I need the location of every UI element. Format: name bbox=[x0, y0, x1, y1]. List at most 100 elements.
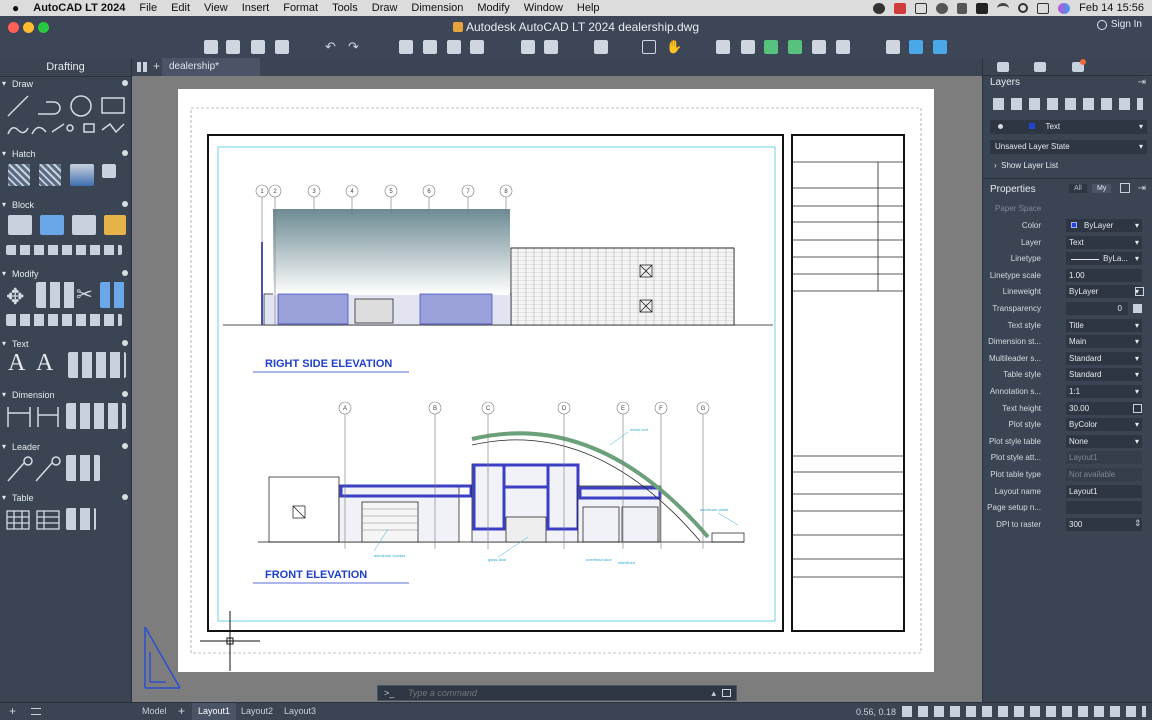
menu-insert[interactable]: Insert bbox=[235, 2, 277, 14]
insert-block-icon[interactable] bbox=[8, 215, 32, 235]
redo-icon[interactable]: ↷ bbox=[348, 40, 362, 54]
section-pin-icon[interactable] bbox=[122, 340, 128, 346]
create-block-icon[interactable] bbox=[40, 215, 64, 235]
wifi-icon[interactable] bbox=[997, 2, 1010, 14]
open-file-icon[interactable] bbox=[226, 40, 240, 54]
export-pdf-icon[interactable] bbox=[470, 40, 484, 54]
block-editor-icon[interactable] bbox=[716, 40, 730, 54]
undo-icon[interactable]: ↶ bbox=[325, 40, 339, 54]
match-properties-icon[interactable] bbox=[521, 40, 535, 54]
layer-tool-icon[interactable] bbox=[594, 40, 608, 54]
gradient-icon[interactable] bbox=[70, 164, 94, 186]
pan-icon[interactable]: ✋ bbox=[666, 40, 682, 54]
section-pin-icon[interactable] bbox=[122, 443, 128, 449]
multiline-text-icon[interactable]: A bbox=[8, 350, 25, 377]
layout-menu-icon[interactable] bbox=[31, 708, 41, 715]
array-icon[interactable] bbox=[100, 282, 126, 308]
new-layout-icon[interactable]: + bbox=[178, 704, 185, 718]
property-value[interactable]: 300 bbox=[1066, 517, 1142, 531]
lineweight-icon[interactable] bbox=[1135, 287, 1144, 297]
dimension-tools-icons[interactable] bbox=[66, 403, 126, 429]
menubar-clock[interactable]: Feb 14 15:56 bbox=[1079, 2, 1144, 14]
status-toggle-icons[interactable] bbox=[902, 706, 1146, 717]
table-tools-icons[interactable] bbox=[66, 508, 96, 530]
property-value[interactable]: 1.00 bbox=[1066, 268, 1142, 282]
control-center-icon[interactable] bbox=[1037, 2, 1050, 14]
hatch-icon[interactable] bbox=[8, 164, 30, 186]
tab-model[interactable]: Model bbox=[136, 703, 173, 720]
gradient-hatch-icon[interactable] bbox=[39, 164, 61, 186]
menu-format[interactable]: Format bbox=[276, 2, 325, 14]
panel-undock-icon[interactable]: ⇥ bbox=[1138, 183, 1146, 194]
section-header-table[interactable]: Table bbox=[0, 492, 132, 504]
layer-on-icon[interactable] bbox=[998, 124, 1003, 129]
menu-tools[interactable]: Tools bbox=[325, 2, 365, 14]
menu-app-name[interactable]: AutoCAD LT 2024 bbox=[26, 2, 132, 14]
creative-cloud-icon[interactable] bbox=[873, 2, 886, 14]
section-header-modify[interactable]: Modify bbox=[0, 268, 132, 280]
section-pin-icon[interactable] bbox=[122, 270, 128, 276]
property-value[interactable]: ByLayer bbox=[1066, 219, 1142, 232]
property-value[interactable]: None bbox=[1066, 434, 1142, 448]
property-value[interactable]: Layout1 bbox=[1066, 484, 1142, 498]
font-menu-icon[interactable] bbox=[976, 2, 989, 14]
quick-properties-icon[interactable] bbox=[1120, 183, 1130, 193]
section-header-draw[interactable]: Draw bbox=[0, 78, 132, 90]
section-header-leader[interactable]: Leader bbox=[0, 441, 132, 453]
boundary-icon[interactable] bbox=[102, 164, 116, 178]
apple-icon[interactable]: ● bbox=[0, 1, 26, 15]
layer-state-dropdown[interactable]: Unsaved Layer State ▾ bbox=[990, 140, 1147, 154]
property-value[interactable]: Standard bbox=[1066, 368, 1142, 382]
property-value[interactable]: Text bbox=[1066, 235, 1142, 249]
menu-dimension[interactable]: Dimension bbox=[404, 2, 470, 14]
sheet-set-icon[interactable] bbox=[886, 40, 900, 54]
xref-icon[interactable] bbox=[764, 40, 778, 54]
tool-palette-icon[interactable] bbox=[836, 40, 850, 54]
property-value[interactable]: Title bbox=[1066, 318, 1142, 332]
publish-icon[interactable] bbox=[447, 40, 461, 54]
section-pin-icon[interactable] bbox=[122, 150, 128, 156]
new-tab-icon[interactable]: + bbox=[153, 59, 160, 73]
markup-icon[interactable] bbox=[933, 40, 947, 54]
menu-view[interactable]: View bbox=[197, 2, 235, 14]
property-value[interactable] bbox=[1066, 501, 1142, 515]
section-pin-icon[interactable] bbox=[122, 201, 128, 207]
leader-tools-icons[interactable] bbox=[66, 455, 100, 481]
coordinates-readout[interactable]: 0.56, 0.18 bbox=[856, 707, 896, 717]
menu-modify[interactable]: Modify bbox=[470, 2, 516, 14]
section-pin-icon[interactable] bbox=[122, 391, 128, 397]
table-icon[interactable] bbox=[6, 510, 60, 532]
section-header-block[interactable]: Block bbox=[0, 199, 132, 211]
document-tab[interactable]: dealership* bbox=[162, 58, 260, 76]
property-value[interactable]: 1:1 bbox=[1066, 385, 1142, 398]
current-layer-dropdown[interactable]: Text ▾ bbox=[990, 120, 1147, 134]
text-height-pick-icon[interactable] bbox=[1133, 403, 1142, 413]
linear-dimension-icon[interactable] bbox=[6, 403, 62, 429]
drawing-canvas[interactable]: 1 2 3 4 5 6 7 8 RIGHT SIDE ELEVATION A B… bbox=[132, 76, 982, 702]
property-value[interactable]: ByColor bbox=[1066, 418, 1142, 432]
record-icon[interactable] bbox=[936, 2, 949, 14]
single-line-text-icon[interactable]: A bbox=[36, 350, 53, 377]
stepper-icon[interactable]: ⇕ bbox=[1134, 518, 1142, 529]
tab-layout2[interactable]: Layout2 bbox=[235, 703, 279, 720]
siri-icon[interactable] bbox=[1058, 2, 1071, 14]
section-header-dimension[interactable]: Dimension bbox=[0, 389, 132, 401]
attach-icon[interactable] bbox=[788, 40, 802, 54]
multileader-icon[interactable] bbox=[6, 455, 64, 483]
property-value[interactable]: 0 bbox=[1066, 302, 1128, 315]
add-layout-icon[interactable]: + bbox=[9, 704, 16, 718]
modify-tools-icons[interactable] bbox=[36, 282, 76, 308]
batch-plot-icon[interactable] bbox=[423, 40, 437, 54]
layers-tab-icon[interactable] bbox=[997, 62, 1009, 72]
block-small-tools-icons[interactable] bbox=[6, 245, 122, 255]
section-header-hatch[interactable]: Hatch bbox=[0, 148, 132, 160]
tab-layout1[interactable]: Layout1 bbox=[192, 703, 237, 720]
command-expand-icon[interactable] bbox=[722, 689, 731, 697]
draw-tools-icons[interactable] bbox=[6, 94, 130, 138]
share-icon[interactable] bbox=[909, 40, 923, 54]
panel-undock-icon[interactable]: ⇥ bbox=[1138, 77, 1146, 88]
section-pin-icon[interactable] bbox=[122, 494, 128, 500]
sign-in-button[interactable]: Sign In bbox=[1096, 19, 1142, 30]
menu-draw[interactable]: Draw bbox=[365, 2, 405, 14]
section-header-text[interactable]: Text bbox=[0, 338, 132, 350]
